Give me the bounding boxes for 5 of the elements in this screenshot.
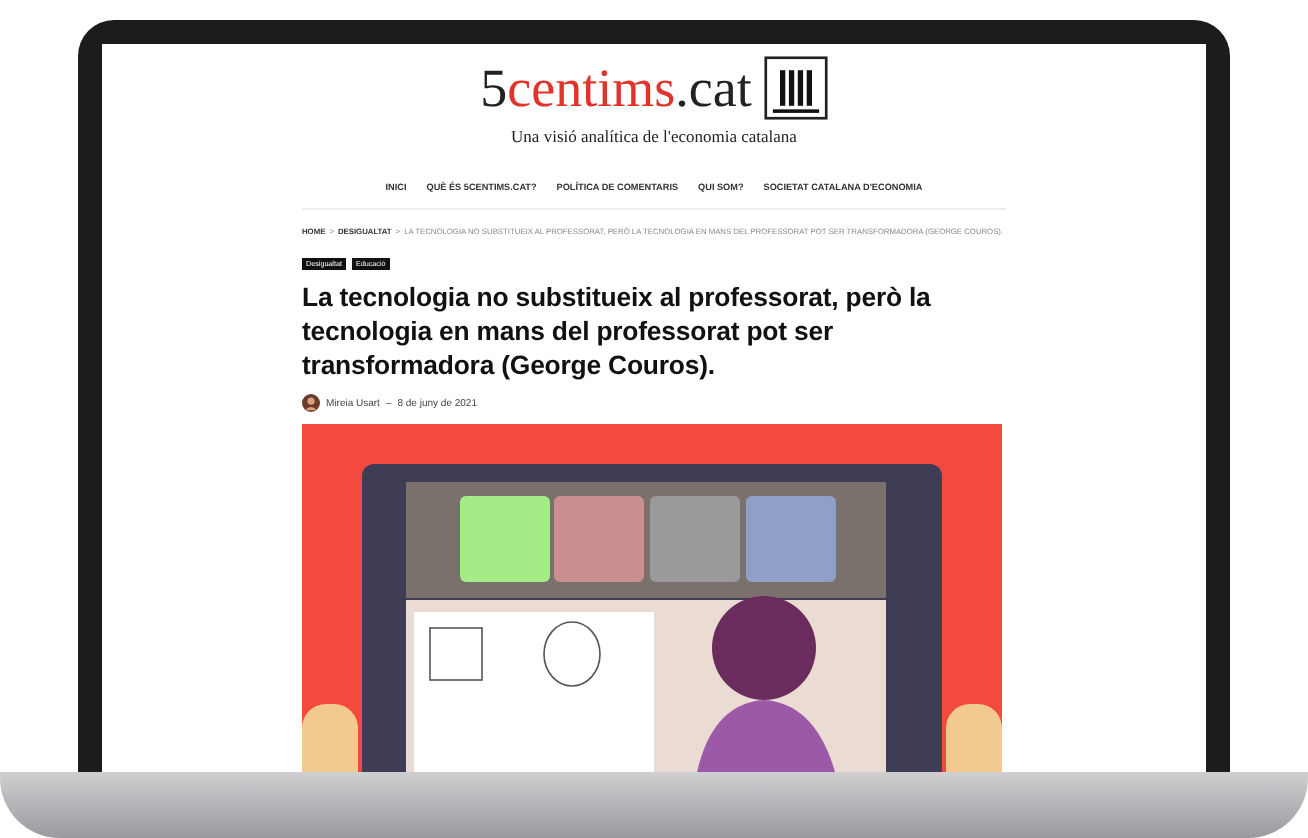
avatar-icon	[302, 394, 320, 412]
article-title: La tecnologia no substitueix al professorat, però la tecnologia en mans del professorat pot ser transformadora (George Couros).	[302, 280, 933, 382]
site-logo[interactable]: 5centims.cat	[480, 61, 752, 115]
society-logo-icon	[763, 56, 828, 120]
site-tagline: Una visió analítica de l'economia catalana	[511, 126, 797, 146]
